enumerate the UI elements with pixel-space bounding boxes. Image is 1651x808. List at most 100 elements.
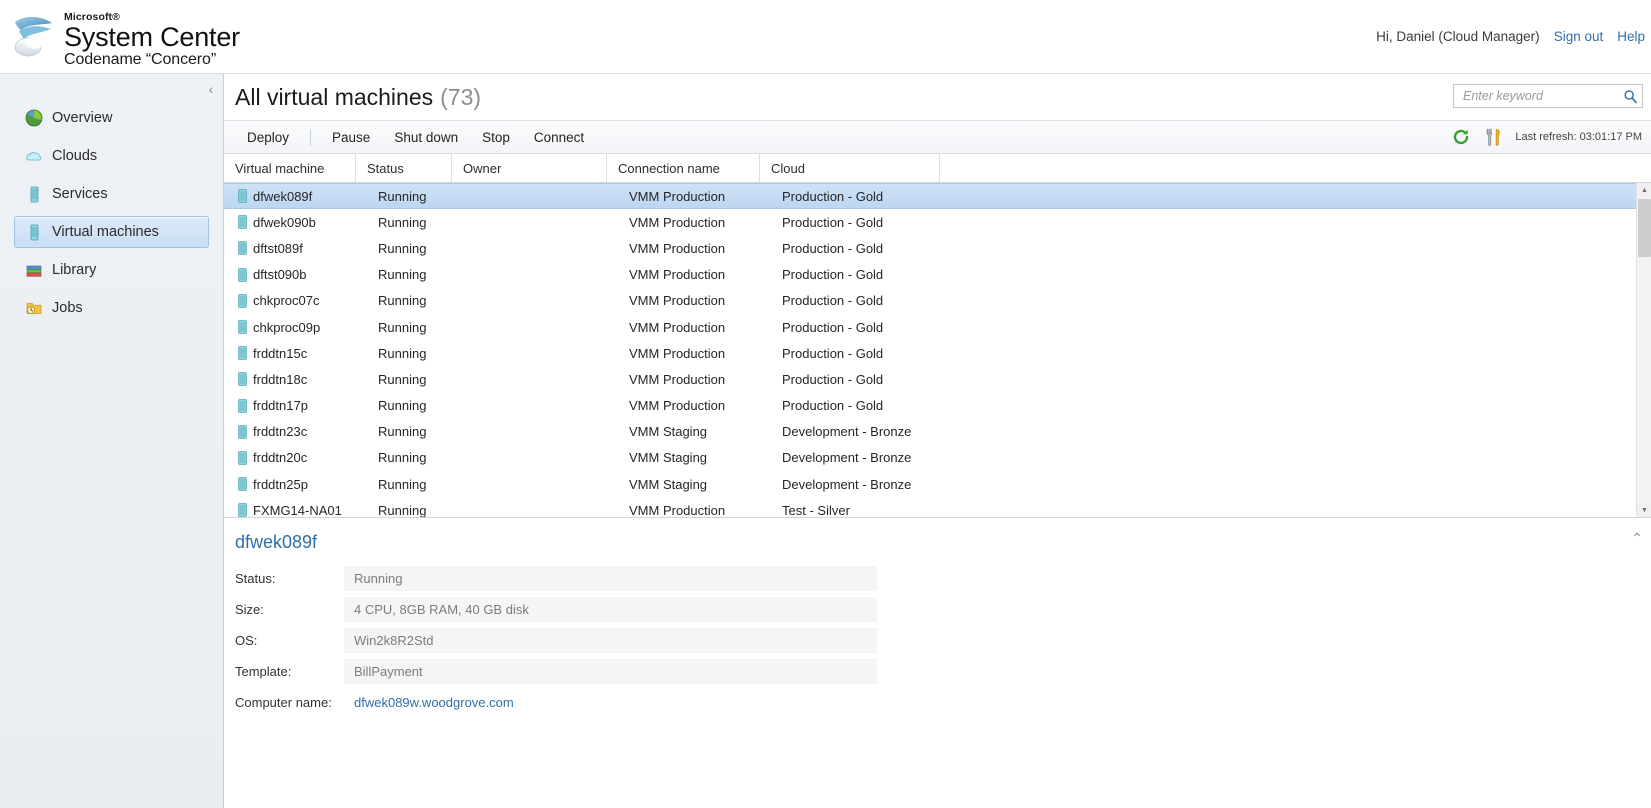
cell-status: Running — [378, 371, 427, 387]
connect-button[interactable]: Connect — [522, 127, 596, 148]
detail-label: Template: — [235, 664, 292, 679]
table-row[interactable]: frddtn25p Running VMM Staging Development -… — [224, 471, 1636, 497]
column-header-empty[interactable] — [940, 154, 1651, 182]
cell-cloud: Development - Bronze — [782, 424, 912, 440]
virtual-machine-row-icon — [237, 372, 247, 387]
row-icon-cell — [231, 372, 249, 387]
overview-pie-icon — [25, 109, 43, 127]
cell-connection-name: VMM Staging — [629, 450, 708, 466]
sidebar-item-clouds[interactable]: Clouds — [14, 140, 209, 172]
detail-value[interactable]: dfwek089w.woodgrove.com — [344, 690, 877, 715]
column-header-status[interactable]: Status — [356, 154, 452, 182]
column-header-owner[interactable]: Owner — [452, 154, 607, 182]
sidebar-item-label: Services — [52, 186, 108, 202]
sidebar-item-jobs[interactable]: Jobs — [14, 292, 209, 324]
virtual-machine-row-icon — [237, 320, 247, 334]
cell-status: Running — [378, 293, 427, 309]
cell-virtual-machine: dfwek089f — [253, 188, 313, 204]
row-icon-cell — [231, 241, 249, 256]
search-input[interactable] — [1461, 88, 1623, 104]
table-row[interactable]: dfwek090b Running VMM Production Production… — [224, 209, 1636, 235]
pause-button[interactable]: Pause — [320, 127, 382, 148]
brand-microsoft: Microsoft® — [64, 11, 120, 23]
table-row[interactable]: FXMG14-NA01 Running VMM Production Test - S… — [224, 497, 1636, 517]
grid-vertical-scrollbar[interactable]: ▲ ▼ — [1636, 183, 1651, 517]
cell-status: Running — [378, 476, 427, 492]
row-icon-cell — [231, 425, 249, 439]
column-header-virtual-machine[interactable]: Virtual machine — [224, 154, 356, 182]
sidebar-item-overview[interactable]: Overview — [14, 102, 209, 134]
cell-virtual-machine: frddtn23c — [253, 424, 308, 440]
sidebar-collapse-icon[interactable]: ‹ — [204, 80, 218, 98]
table-row[interactable]: chkproc07c Running VMM Production Productio… — [224, 288, 1636, 314]
detail-row: Template: BillPayment — [224, 659, 1651, 684]
library-books-icon — [26, 265, 42, 277]
detail-label: Status: — [235, 571, 276, 586]
table-row[interactable]: frddtn18c Running VMM Production Production… — [224, 366, 1636, 392]
row-icon-cell — [231, 346, 249, 360]
virtual-machine-row-icon — [237, 294, 247, 308]
cell-virtual-machine: frddtn15c — [253, 345, 308, 361]
shut-down-button[interactable]: Shut down — [382, 127, 470, 148]
sign-out-link[interactable]: Sign out — [1554, 29, 1604, 44]
tools-icon[interactable] — [1483, 127, 1503, 147]
cell-virtual-machine: dftst089f — [253, 240, 303, 256]
header-user-area: Hi, Daniel (Cloud Manager) Sign out Help — [1376, 29, 1645, 44]
computer-name-link[interactable]: dfwek089w.woodgrove.com — [354, 695, 514, 710]
row-icon-cell — [231, 451, 249, 465]
table-row[interactable]: frddtn17p Running VMM Production Production… — [224, 393, 1636, 419]
content-area: All virtual machines (73) Deploy Pause S… — [224, 74, 1651, 808]
row-icon-cell — [231, 267, 249, 282]
cell-virtual-machine: frddtn17p — [253, 398, 308, 414]
cell-cloud: Production - Gold — [782, 188, 884, 204]
services-server-icon — [30, 186, 39, 203]
table-row[interactable]: frddtn23c Running VMM Staging Development -… — [224, 419, 1636, 445]
stop-button[interactable]: Stop — [470, 127, 522, 148]
deploy-button[interactable]: Deploy — [235, 127, 301, 148]
grid-rows-viewport: dfwek089f Running VMM Production Production… — [224, 183, 1636, 517]
app-body: ‹ Overview Clouds Services Virtual machi… — [0, 74, 1651, 808]
sidebar-item-services[interactable]: Services — [14, 178, 209, 210]
cell-virtual-machine: FXMG14-NA01 — [253, 502, 342, 517]
table-row[interactable]: chkproc09p Running VMM Production Productio… — [224, 314, 1636, 340]
action-toolbar: Deploy Pause Shut down Stop Connect Last… — [224, 121, 1651, 154]
help-link[interactable]: Help — [1617, 29, 1645, 44]
details-collapse-icon[interactable]: ⌃ — [1631, 530, 1643, 547]
cell-cloud: Production - Gold — [782, 240, 884, 256]
brand-system-center: System Center — [64, 21, 240, 52]
user-greeting: Hi, Daniel (Cloud Manager) — [1376, 29, 1540, 44]
sidebar-item-virtual-machines[interactable]: Virtual machines — [14, 216, 209, 248]
refresh-icon[interactable] — [1451, 127, 1471, 147]
row-icon-cell — [231, 294, 249, 308]
column-header-cloud[interactable]: Cloud — [760, 154, 940, 182]
scroll-up-icon[interactable]: ▲ — [1637, 183, 1651, 197]
toolbar-right-group: Last refresh: 03:01:17 PM — [1451, 127, 1644, 147]
table-row[interactable]: dftst090b Running VMM Production Production… — [224, 262, 1636, 288]
table-row[interactable]: dfwek089f Running VMM Production Production… — [224, 183, 1636, 210]
cell-status: Running — [378, 424, 427, 440]
cell-connection-name: VMM Production — [629, 502, 726, 517]
detail-label: OS: — [235, 633, 258, 648]
cell-virtual-machine: chkproc09p — [253, 319, 321, 335]
virtual-machine-row-icon — [237, 241, 247, 256]
search-box[interactable] — [1453, 84, 1643, 108]
sidebar-item-library[interactable]: Library — [14, 254, 209, 286]
cell-connection-name: VMM Production — [629, 371, 726, 387]
table-row[interactable]: frddtn20c Running VMM Staging Development -… — [224, 445, 1636, 471]
cell-cloud: Production - Gold — [782, 345, 884, 361]
details-title: dfwek089f — [235, 532, 318, 552]
sidebar-item-label: Library — [52, 262, 97, 278]
cell-connection-name: VMM Production — [629, 267, 726, 283]
virtual-machine-row-icon — [237, 346, 247, 360]
search-icon[interactable] — [1623, 89, 1638, 104]
scroll-down-icon[interactable]: ▼ — [1637, 503, 1651, 517]
column-header-connection-name[interactable]: Connection name — [607, 154, 760, 182]
cell-virtual-machine: frddtn25p — [253, 476, 308, 492]
table-row[interactable]: frddtn15c Running VMM Production Production… — [224, 340, 1636, 366]
table-row[interactable]: dftst089f Running VMM Production Production… — [224, 235, 1636, 261]
cell-cloud: Production - Gold — [782, 293, 884, 309]
cell-cloud: Production - Gold — [782, 371, 884, 387]
grid-column-headers: Virtual machine Status Owner Connection … — [224, 154, 1651, 183]
scrollbar-thumb[interactable] — [1638, 199, 1651, 257]
cell-virtual-machine: frddtn20c — [253, 450, 308, 466]
